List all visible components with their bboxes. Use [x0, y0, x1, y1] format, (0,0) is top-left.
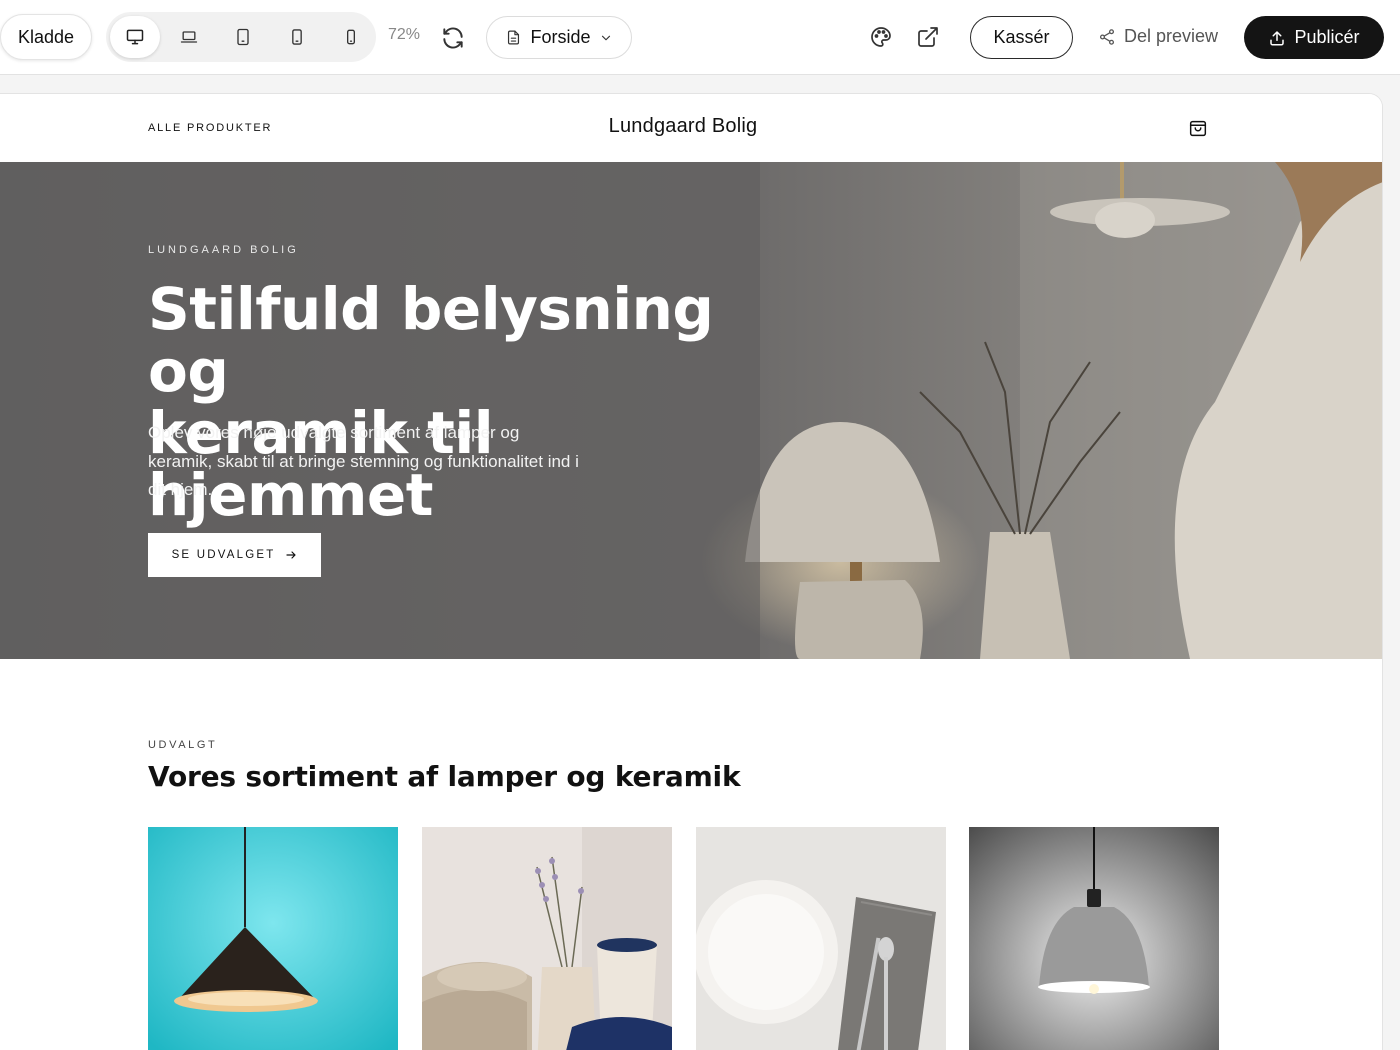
device-desktop-button[interactable] [110, 16, 160, 58]
hero-title-line-1: Stilfuld belysning og [148, 275, 714, 405]
chevron-down-icon [601, 35, 610, 40]
refresh-icon[interactable] [440, 25, 466, 51]
share-preview-label: Del preview [1124, 26, 1219, 46]
hero-eyebrow: LUNDGAARD BOLIG [148, 244, 299, 256]
publish-label: Publicér [1294, 27, 1360, 47]
see-selection-button[interactable]: SE UDVALGET [148, 533, 321, 577]
discard-button[interactable]: Kassér [970, 16, 1073, 59]
site-header: ALLE PRODUKTER Lundgaard Bolig [0, 94, 1382, 162]
page-select-label: Forside [530, 27, 591, 47]
black-pendant-lamp-image [148, 827, 398, 1050]
hero-subtitle: Oplev vores nøje udvalgte sortiment af l… [148, 423, 579, 499]
device-tablet-button[interactable] [218, 16, 268, 58]
page-select[interactable]: Forside [486, 16, 632, 59]
publish-button[interactable]: Publicér [1244, 16, 1384, 59]
tablet-icon [237, 28, 249, 46]
section-title: Vores sortiment af lamper og keramik [148, 760, 741, 793]
product-card[interactable] [148, 827, 398, 1050]
draft-status-pill[interactable]: Kladde [0, 14, 92, 60]
section-eyebrow: UDVALGT [148, 739, 218, 751]
monitor-icon [126, 29, 144, 45]
see-selection-label: SE UDVALGET [171, 549, 276, 561]
product-card[interactable] [422, 827, 672, 1050]
ceramic-bowls-vases-image [422, 827, 672, 1050]
document-icon [508, 30, 520, 45]
shopping-bag-icon[interactable] [1187, 117, 1209, 139]
palette-icon[interactable] [869, 25, 893, 49]
product-card[interactable] [969, 827, 1219, 1050]
site-preview-frame: ALLE PRODUKTER Lundgaard Bolig LUNDGAARD… [0, 93, 1383, 1050]
device-tablet-small-button[interactable] [272, 16, 322, 58]
laptop-icon [180, 31, 198, 43]
site-brand[interactable]: Lundgaard Bolig [0, 115, 1366, 138]
device-switcher [106, 12, 376, 62]
smartphone-icon [347, 29, 355, 45]
external-link-icon[interactable] [916, 25, 940, 49]
zoom-level[interactable]: 72% [388, 26, 420, 44]
share-preview-button[interactable]: Del preview [1098, 26, 1218, 47]
device-laptop-button[interactable] [164, 16, 214, 58]
grey-pendant-lamp-image [969, 827, 1219, 1050]
tablet-small-icon [292, 29, 302, 45]
draft-label: Kladde [17, 26, 75, 47]
upload-icon [1270, 30, 1285, 45]
product-card[interactable] [696, 827, 946, 1050]
share-icon [1099, 28, 1115, 45]
editor-toolbar: Kladde 72% Forside Kassér Del preview Pu… [0, 0, 1400, 75]
device-mobile-button[interactable] [326, 16, 376, 58]
discard-label: Kassér [993, 27, 1050, 47]
white-ceramic-plate-image [696, 827, 946, 1050]
arrow-right-icon [286, 551, 297, 559]
hero-banner: LUNDGAARD BOLIG Stilfuld belysning og ke… [0, 162, 1382, 659]
